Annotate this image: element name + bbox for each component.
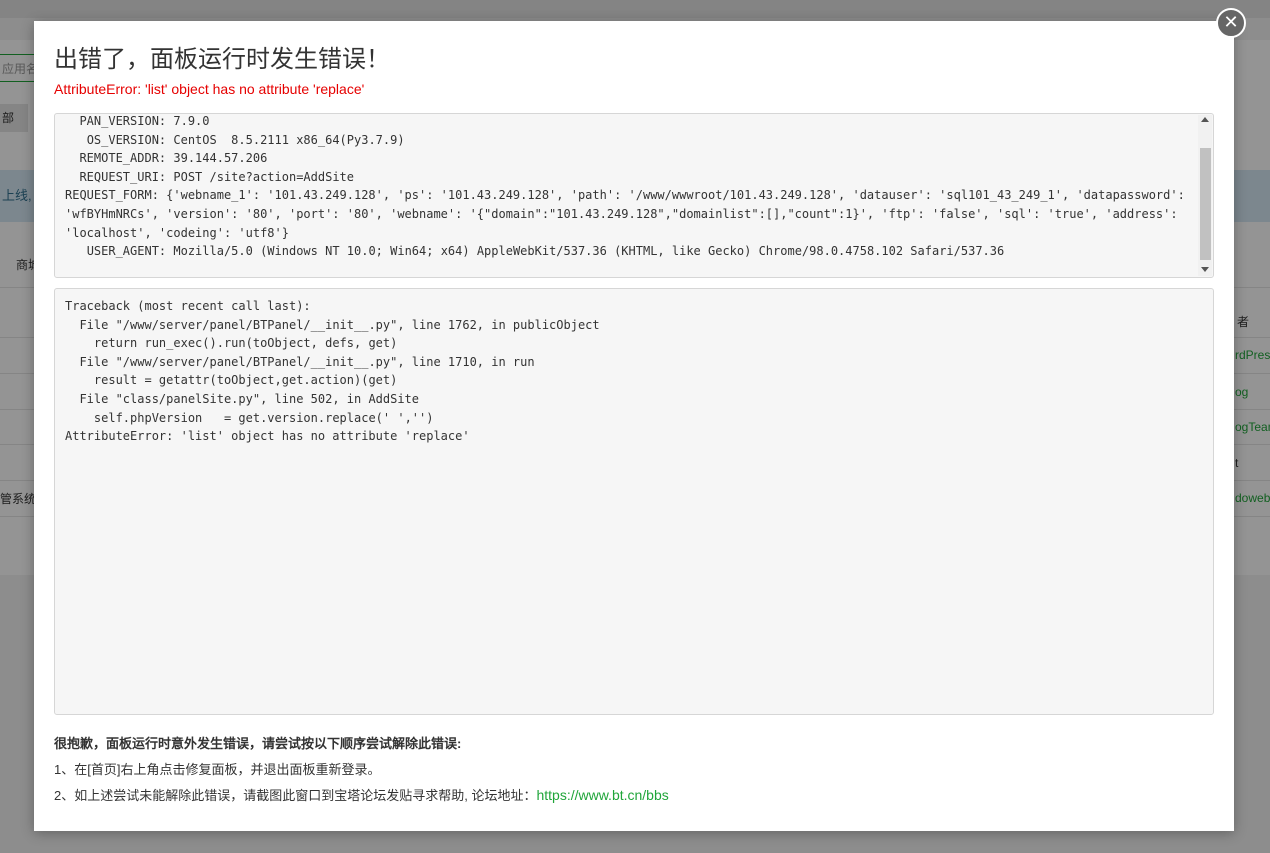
help-step-2-text: 2、如上述尝试未能解除此错误，请截图此窗口到宝塔论坛发贴寻求帮助, 论坛地址： <box>54 788 537 803</box>
info-line: OS_VERSION: CentOS 8.5.2111 x86_64(Py3.7… <box>65 132 405 147</box>
forum-link[interactable]: https://www.bt.cn/bbs <box>536 787 668 803</box>
traceback-line: File "class/panelSite.py", line 502, in … <box>65 391 420 406</box>
help-step-1: 1、在[首页]右上角点击修复面板，并退出面板重新登录。 <box>54 762 381 777</box>
traceback-line: result = getattr(toObject,get.action)(ge… <box>65 373 398 388</box>
dialog-title: 出错了，面板运行时发生错误！ <box>54 45 390 73</box>
scroll-down-arrow-icon[interactable] <box>1201 267 1209 272</box>
traceback-line: Traceback (most recent call last): <box>65 299 311 313</box>
info-scrollbar[interactable] <box>1198 115 1212 276</box>
traceback-box[interactable]: Traceback (most recent call last): File … <box>54 288 1214 715</box>
info-line: REQUEST_URI: POST /site?action=AddSite <box>65 169 354 184</box>
traceback-line: self.phpVersion = get.version.replace(' … <box>65 410 434 425</box>
traceback-line: AttributeError: 'list' object has no att… <box>65 429 470 444</box>
traceback-line: return run_exec().run(toObject, defs, ge… <box>65 336 398 351</box>
scroll-thumb[interactable] <box>1200 148 1211 260</box>
info-line: REMOTE_ADDR: 39.144.57.206 <box>65 151 268 166</box>
request-info-lines: PAN_VERSION: 7.9.0 OS_VERSION: CentOS 8.… <box>65 114 1197 261</box>
traceback-line: File "/www/server/panel/BTPanel/__init__… <box>65 317 600 332</box>
info-line: USER_AGENT: Mozilla/5.0 (Windows NT 10.0… <box>65 244 1005 259</box>
close-icon[interactable]: ✕ <box>1216 8 1246 38</box>
help-step-2: 2、如上述尝试未能解除此错误，请截图此窗口到宝塔论坛发贴寻求帮助, 论坛地址：h… <box>54 785 669 804</box>
request-info-box[interactable]: PAN_VERSION: 7.9.0 OS_VERSION: CentOS 8.… <box>54 113 1214 278</box>
help-section: 很抱歉，面板运行时意外发生错误，请尝试按以下顺序尝试解除此错误: 1、在[首页]… <box>54 733 669 811</box>
info-line: PAN_VERSION: 7.9.0 <box>65 114 210 128</box>
scroll-up-arrow-icon[interactable] <box>1201 117 1209 122</box>
error-dialog: 出错了，面板运行时发生错误！ AttributeError: 'list' ob… <box>34 21 1234 831</box>
traceback-line: File "/www/server/panel/BTPanel/__init__… <box>65 354 535 369</box>
info-line: REQUEST_FORM: {'webname_1': '101.43.249.… <box>65 188 1193 240</box>
error-message: AttributeError: 'list' object has no att… <box>54 81 365 97</box>
help-title: 很抱歉，面板运行时意外发生错误，请尝试按以下顺序尝试解除此错误: <box>54 736 462 751</box>
